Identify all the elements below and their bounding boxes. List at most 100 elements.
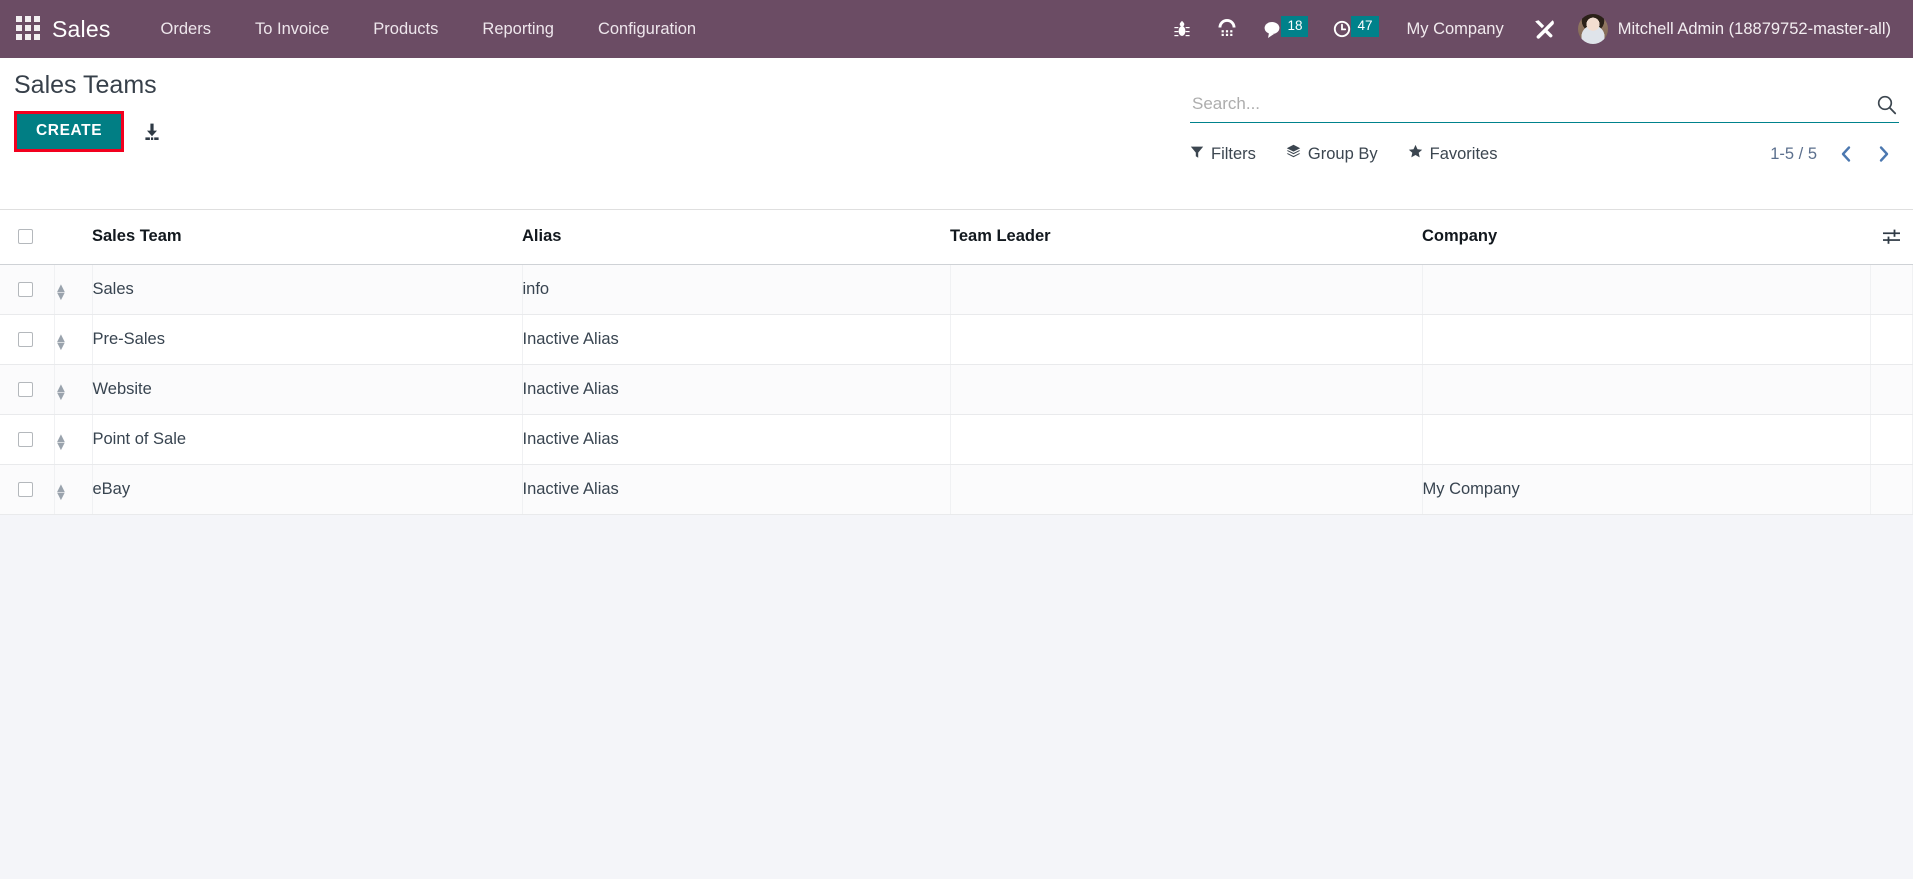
app-brand-sales[interactable]: Sales — [52, 16, 111, 43]
cell-sales-team: Pre-Sales — [92, 314, 523, 366]
cell-spacer — [1870, 464, 1913, 516]
drag-handle-icon[interactable]: ▲ ▼ — [55, 381, 68, 402]
list-view-container: Sales Team Alias Team Leader Company ▲ ▼… — [0, 210, 1913, 879]
main-menu: Orders To Invoice Products Reporting Con… — [139, 14, 719, 45]
star-icon — [1408, 144, 1423, 164]
user-menu-label: Mitchell Admin (18879752-master-all) — [1617, 19, 1891, 38]
favorites-dropdown[interactable]: Favorites — [1408, 142, 1514, 166]
table-row[interactable]: ▲ ▼ Sales info — [0, 264, 1913, 316]
drag-handle-icon[interactable]: ▲ ▼ — [55, 481, 68, 502]
drag-handle-icon[interactable]: ▲ ▼ — [55, 331, 68, 352]
messages-menu[interactable]: 18 — [1250, 13, 1320, 45]
top-navbar: Sales Orders To Invoice Products Reporti… — [0, 0, 1913, 58]
table-body: ▲ ▼ Sales info ▲ ▼ Pre-Sales Inactive Alia… — [0, 264, 1913, 516]
column-header-team-leader[interactable]: Team Leader — [950, 210, 1422, 265]
search-input[interactable] — [1190, 94, 1866, 116]
search-bar — [1190, 76, 1899, 123]
control-panel-left: Sales Teams CREATE — [14, 70, 894, 152]
row-checkbox[interactable] — [18, 331, 33, 347]
cell-alias: Inactive Alias — [522, 464, 951, 516]
cell-company — [1422, 414, 1871, 466]
cell-company: My Company — [1422, 464, 1871, 516]
cell-spacer — [1870, 364, 1913, 416]
phone-dialpad-icon[interactable] — [1204, 13, 1250, 45]
filters-dropdown[interactable]: Filters — [1190, 143, 1272, 166]
handle-column-header — [54, 210, 92, 265]
cell-alias: Inactive Alias — [522, 414, 951, 466]
cell-alias: Inactive Alias — [522, 314, 951, 366]
menu-item-to-invoice[interactable]: To Invoice — [233, 14, 351, 45]
cell-spacer — [1870, 414, 1913, 466]
select-all-cell — [0, 210, 54, 265]
column-options-icon[interactable] — [1871, 228, 1913, 246]
menu-item-reporting[interactable]: Reporting — [460, 14, 576, 45]
pager-value: 1-5 / 5 — [1770, 144, 1817, 163]
menu-item-products[interactable]: Products — [351, 14, 460, 45]
search-icon[interactable] — [1866, 94, 1899, 116]
row-drag-cell: ▲ ▼ — [54, 464, 93, 516]
cell-company — [1422, 364, 1871, 416]
table-row[interactable]: ▲ ▼ Point of Sale Inactive Alias — [0, 414, 1913, 466]
row-drag-cell: ▲ ▼ — [54, 364, 93, 416]
cell-team-leader — [950, 264, 1423, 316]
row-select-cell — [0, 464, 55, 516]
import-download-icon[interactable] — [142, 122, 162, 142]
row-checkbox[interactable] — [18, 431, 33, 447]
cell-sales-team: eBay — [92, 464, 523, 516]
apps-grid-icon[interactable] — [16, 16, 42, 42]
table-row[interactable]: ▲ ▼ Pre-Sales Inactive Alias — [0, 314, 1913, 366]
cell-team-leader — [950, 364, 1423, 416]
cell-team-leader — [950, 464, 1423, 516]
user-avatar — [1577, 14, 1608, 44]
row-select-cell — [0, 414, 55, 466]
pager: 1-5 / 5 — [1770, 143, 1899, 165]
filters-label: Filters — [1211, 144, 1256, 163]
column-header-sales-team[interactable]: Sales Team — [92, 210, 522, 265]
row-select-cell — [0, 264, 55, 316]
group-by-dropdown[interactable]: Group By — [1286, 142, 1394, 166]
cell-sales-team: Point of Sale — [92, 414, 523, 466]
row-drag-cell: ▲ ▼ — [54, 414, 93, 466]
row-select-cell — [0, 364, 55, 416]
column-header-company[interactable]: Company — [1422, 210, 1871, 265]
bug-icon[interactable] — [1160, 13, 1204, 45]
table-row[interactable]: ▲ ▼ Website Inactive Alias — [0, 364, 1913, 416]
table-row[interactable]: ▲ ▼ eBay Inactive Alias My Company — [0, 464, 1913, 516]
cell-alias: info — [522, 264, 951, 316]
drag-handle-icon[interactable]: ▲ ▼ — [55, 431, 68, 452]
row-drag-cell: ▲ ▼ — [54, 314, 93, 366]
menu-item-orders[interactable]: Orders — [139, 14, 233, 45]
cell-sales-team: Website — [92, 364, 523, 416]
row-select-cell — [0, 314, 55, 366]
filter-funnel-icon — [1190, 145, 1204, 164]
row-checkbox[interactable] — [18, 381, 33, 397]
create-button[interactable]: CREATE — [17, 114, 122, 149]
optional-columns-cell — [1870, 210, 1913, 265]
cell-company — [1422, 314, 1871, 366]
cell-alias: Inactive Alias — [522, 364, 951, 416]
favorites-label: Favorites — [1429, 144, 1498, 163]
company-switcher[interactable]: My Company — [1391, 14, 1520, 45]
cell-sales-team: Sales — [92, 264, 523, 316]
select-all-checkbox[interactable] — [18, 229, 33, 245]
column-header-alias[interactable]: Alias — [522, 210, 950, 265]
tools-icon[interactable] — [1520, 12, 1568, 46]
messages-count-badge: 18 — [1281, 16, 1309, 37]
table-header: Sales Team Alias Team Leader Company — [0, 210, 1913, 265]
cell-company — [1422, 264, 1871, 316]
user-menu[interactable]: Mitchell Admin (18879752-master-all) — [1568, 10, 1899, 48]
control-panel-right: Filters Group By Favor — [1190, 58, 1899, 210]
cell-spacer — [1870, 314, 1913, 366]
chevron-right-icon[interactable] — [1868, 143, 1899, 165]
group-by-label: Group By — [1307, 144, 1378, 163]
activities-menu[interactable]: 47 — [1320, 13, 1390, 45]
control-panel: Sales Teams CREATE Search... Filters Gro… — [0, 58, 1913, 210]
row-checkbox[interactable] — [18, 482, 33, 498]
menu-item-configuration[interactable]: Configuration — [576, 14, 718, 45]
chevron-left-icon[interactable] — [1831, 143, 1862, 165]
drag-handle-icon[interactable]: ▲ ▼ — [55, 281, 68, 302]
layers-icon — [1286, 144, 1301, 164]
row-checkbox[interactable] — [18, 281, 33, 297]
table-header-row: Sales Team Alias Team Leader Company — [0, 210, 1913, 265]
sales-teams-table: Sales Team Alias Team Leader Company ▲ ▼… — [0, 210, 1913, 516]
